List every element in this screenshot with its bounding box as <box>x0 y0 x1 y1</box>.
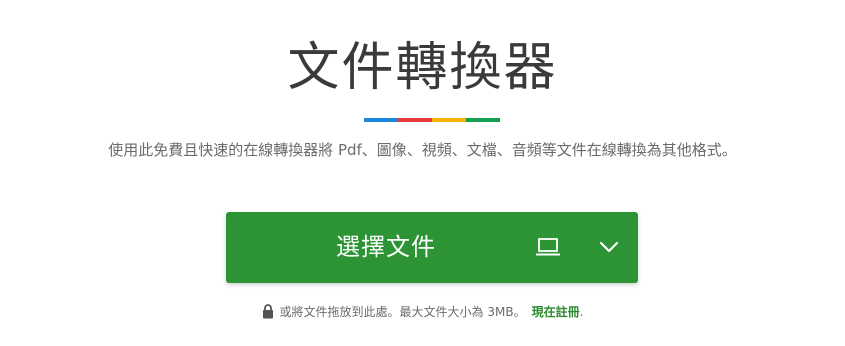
upload-note-suffix: . <box>579 305 584 319</box>
accent-bar-red <box>398 118 432 122</box>
converter-page: 文件轉換器 使用此免費且快速的在線轉換器將 Pdf、圖像、視頻、文檔、音頻等文件… <box>0 0 845 346</box>
upload-note-text: 或將文件拖放到此處。最大文件大小為 3MB。 <box>279 305 526 319</box>
upload-from-device-button[interactable] <box>531 230 565 264</box>
upload-note: 或將文件拖放到此處。最大文件大小為 3MB。 現在註冊. <box>0 302 845 325</box>
accent-bar-green <box>466 118 500 122</box>
upload-source-dropdown[interactable] <box>592 230 626 264</box>
page-subtitle: 使用此免費且快速的在線轉換器將 Pdf、圖像、視頻、文檔、音頻等文件在線轉換為其… <box>108 141 737 159</box>
choose-file-label[interactable]: 選擇文件 <box>226 212 546 283</box>
register-now-link[interactable]: 現在註冊 <box>532 305 580 319</box>
chevron-down-icon <box>599 241 619 253</box>
accent-color-bar <box>364 118 500 122</box>
lock-icon <box>262 304 274 325</box>
accent-bar-yellow <box>432 118 466 122</box>
choose-file-button[interactable]: 選擇文件 <box>226 212 638 283</box>
accent-bar-blue <box>364 118 398 122</box>
page-title: 文件轉換器 <box>287 38 558 98</box>
computer-icon <box>536 238 560 256</box>
